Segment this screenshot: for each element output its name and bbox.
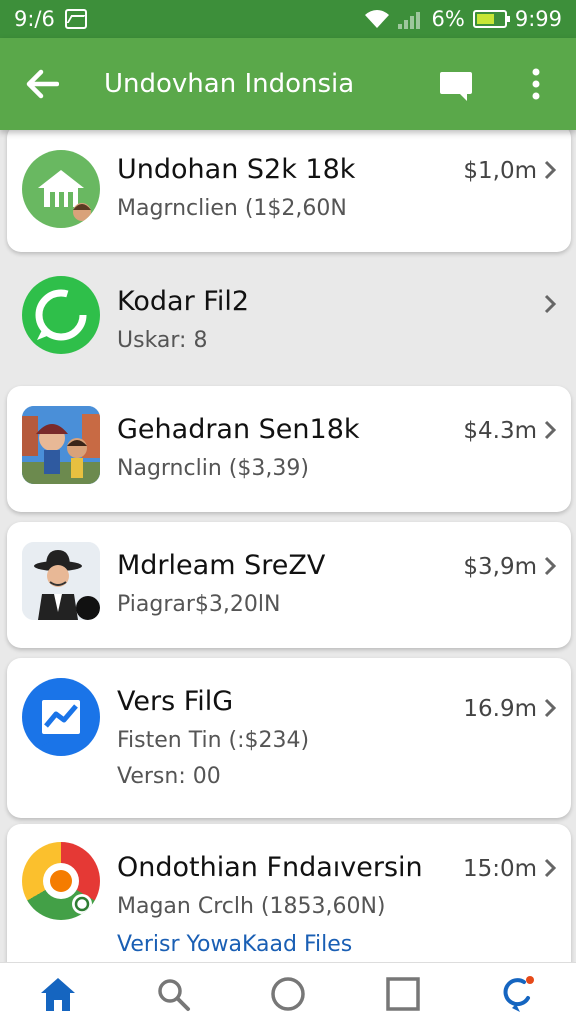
status-bar: 9:/6 6% 9:99: [0, 0, 576, 38]
item-subtitle: Magrnclien (1$2,60N: [117, 196, 347, 221]
chevron-right-icon[interactable]: [541, 856, 559, 880]
item-name: Vers FilG: [117, 686, 234, 717]
back-arrow-icon[interactable]: [12, 54, 72, 114]
wifi-icon: [364, 9, 390, 29]
battery-icon: [472, 10, 510, 28]
home-icon[interactable]: [26, 963, 90, 1024]
item-name: Gehadran Sen18k: [117, 414, 360, 445]
house-icon: [22, 150, 100, 228]
item-price: $4.3m: [463, 418, 537, 444]
list-item[interactable]: Vers FilG Fisten Tin (:$234) Versn: 00 1…: [7, 658, 571, 818]
chevron-right-icon[interactable]: [541, 696, 559, 720]
circle-icon[interactable]: [256, 963, 320, 1024]
download-files-link[interactable]: Verisr YowaKaad Files: [117, 932, 352, 957]
messenger-icon: [22, 678, 100, 756]
item-price: 15:0m: [462, 856, 537, 882]
app-bar: Undovhan Indonsia: [0, 38, 576, 130]
item-name: Kodar Fil2: [117, 286, 249, 317]
list-item[interactable]: Gehadran Sen18k Nagrnclin ($3,39) $4.3m: [7, 386, 571, 512]
status-time-right: 9:99: [514, 7, 562, 31]
item-price: 16.9m: [463, 696, 537, 722]
item-subtitle: Nagrnclin ($3,39): [117, 456, 309, 481]
chrome-icon: [22, 842, 100, 920]
image-icon: [64, 9, 87, 29]
square-icon[interactable]: [371, 963, 435, 1024]
chevron-right-icon[interactable]: [541, 158, 559, 182]
item-name: Ondothian Fndaıversin: [117, 852, 423, 883]
file-list: Undohan S2k 18k Magrnclien (1$2,60N $1,0…: [0, 130, 576, 962]
list-item[interactable]: Mdrleam SreZV Piagrar$3,20lN $3,9m: [7, 522, 571, 648]
item-price: $1,0m: [463, 158, 537, 184]
list-item[interactable]: Kodar Fil2 Uskar: 8: [7, 258, 571, 382]
list-item[interactable]: Ondothian Fndaıversin Magan Crclh (1853,…: [7, 824, 571, 962]
battery-percent: 6%: [431, 7, 465, 31]
item-subtitle: Piagrar$3,20lN: [117, 592, 281, 617]
item-name: Undohan S2k 18k: [117, 154, 356, 185]
game-characters-icon: [22, 406, 100, 484]
page-title: Undovhan Indonsia: [104, 69, 355, 99]
item-subtitle: Fisten Tin (:$234): [117, 728, 310, 753]
sync-icon[interactable]: [486, 963, 550, 1024]
item-price: $3,9m: [463, 554, 537, 580]
signal-icon: [397, 9, 424, 29]
item-version: Versn: 00: [117, 764, 221, 789]
item-subtitle: Uskar: 8: [117, 328, 208, 353]
search-icon[interactable]: [141, 963, 205, 1024]
bottom-nav-bar: [0, 962, 576, 1024]
whatsapp-icon: [22, 276, 100, 354]
chevron-right-icon[interactable]: [541, 292, 559, 316]
chevron-right-icon[interactable]: [541, 554, 559, 578]
chevron-right-icon[interactable]: [541, 418, 559, 442]
more-vertical-icon[interactable]: [518, 64, 554, 104]
hat-character-icon: [22, 542, 100, 620]
status-time-left: 9:/6: [14, 7, 55, 31]
chat-icon[interactable]: [436, 66, 476, 106]
item-name: Mdrleam SreZV: [117, 550, 326, 581]
list-item[interactable]: Undohan S2k 18k Magrnclien (1$2,60N $1,0…: [7, 130, 571, 252]
item-subtitle: Magan Crclh (1853,60N): [117, 894, 386, 919]
